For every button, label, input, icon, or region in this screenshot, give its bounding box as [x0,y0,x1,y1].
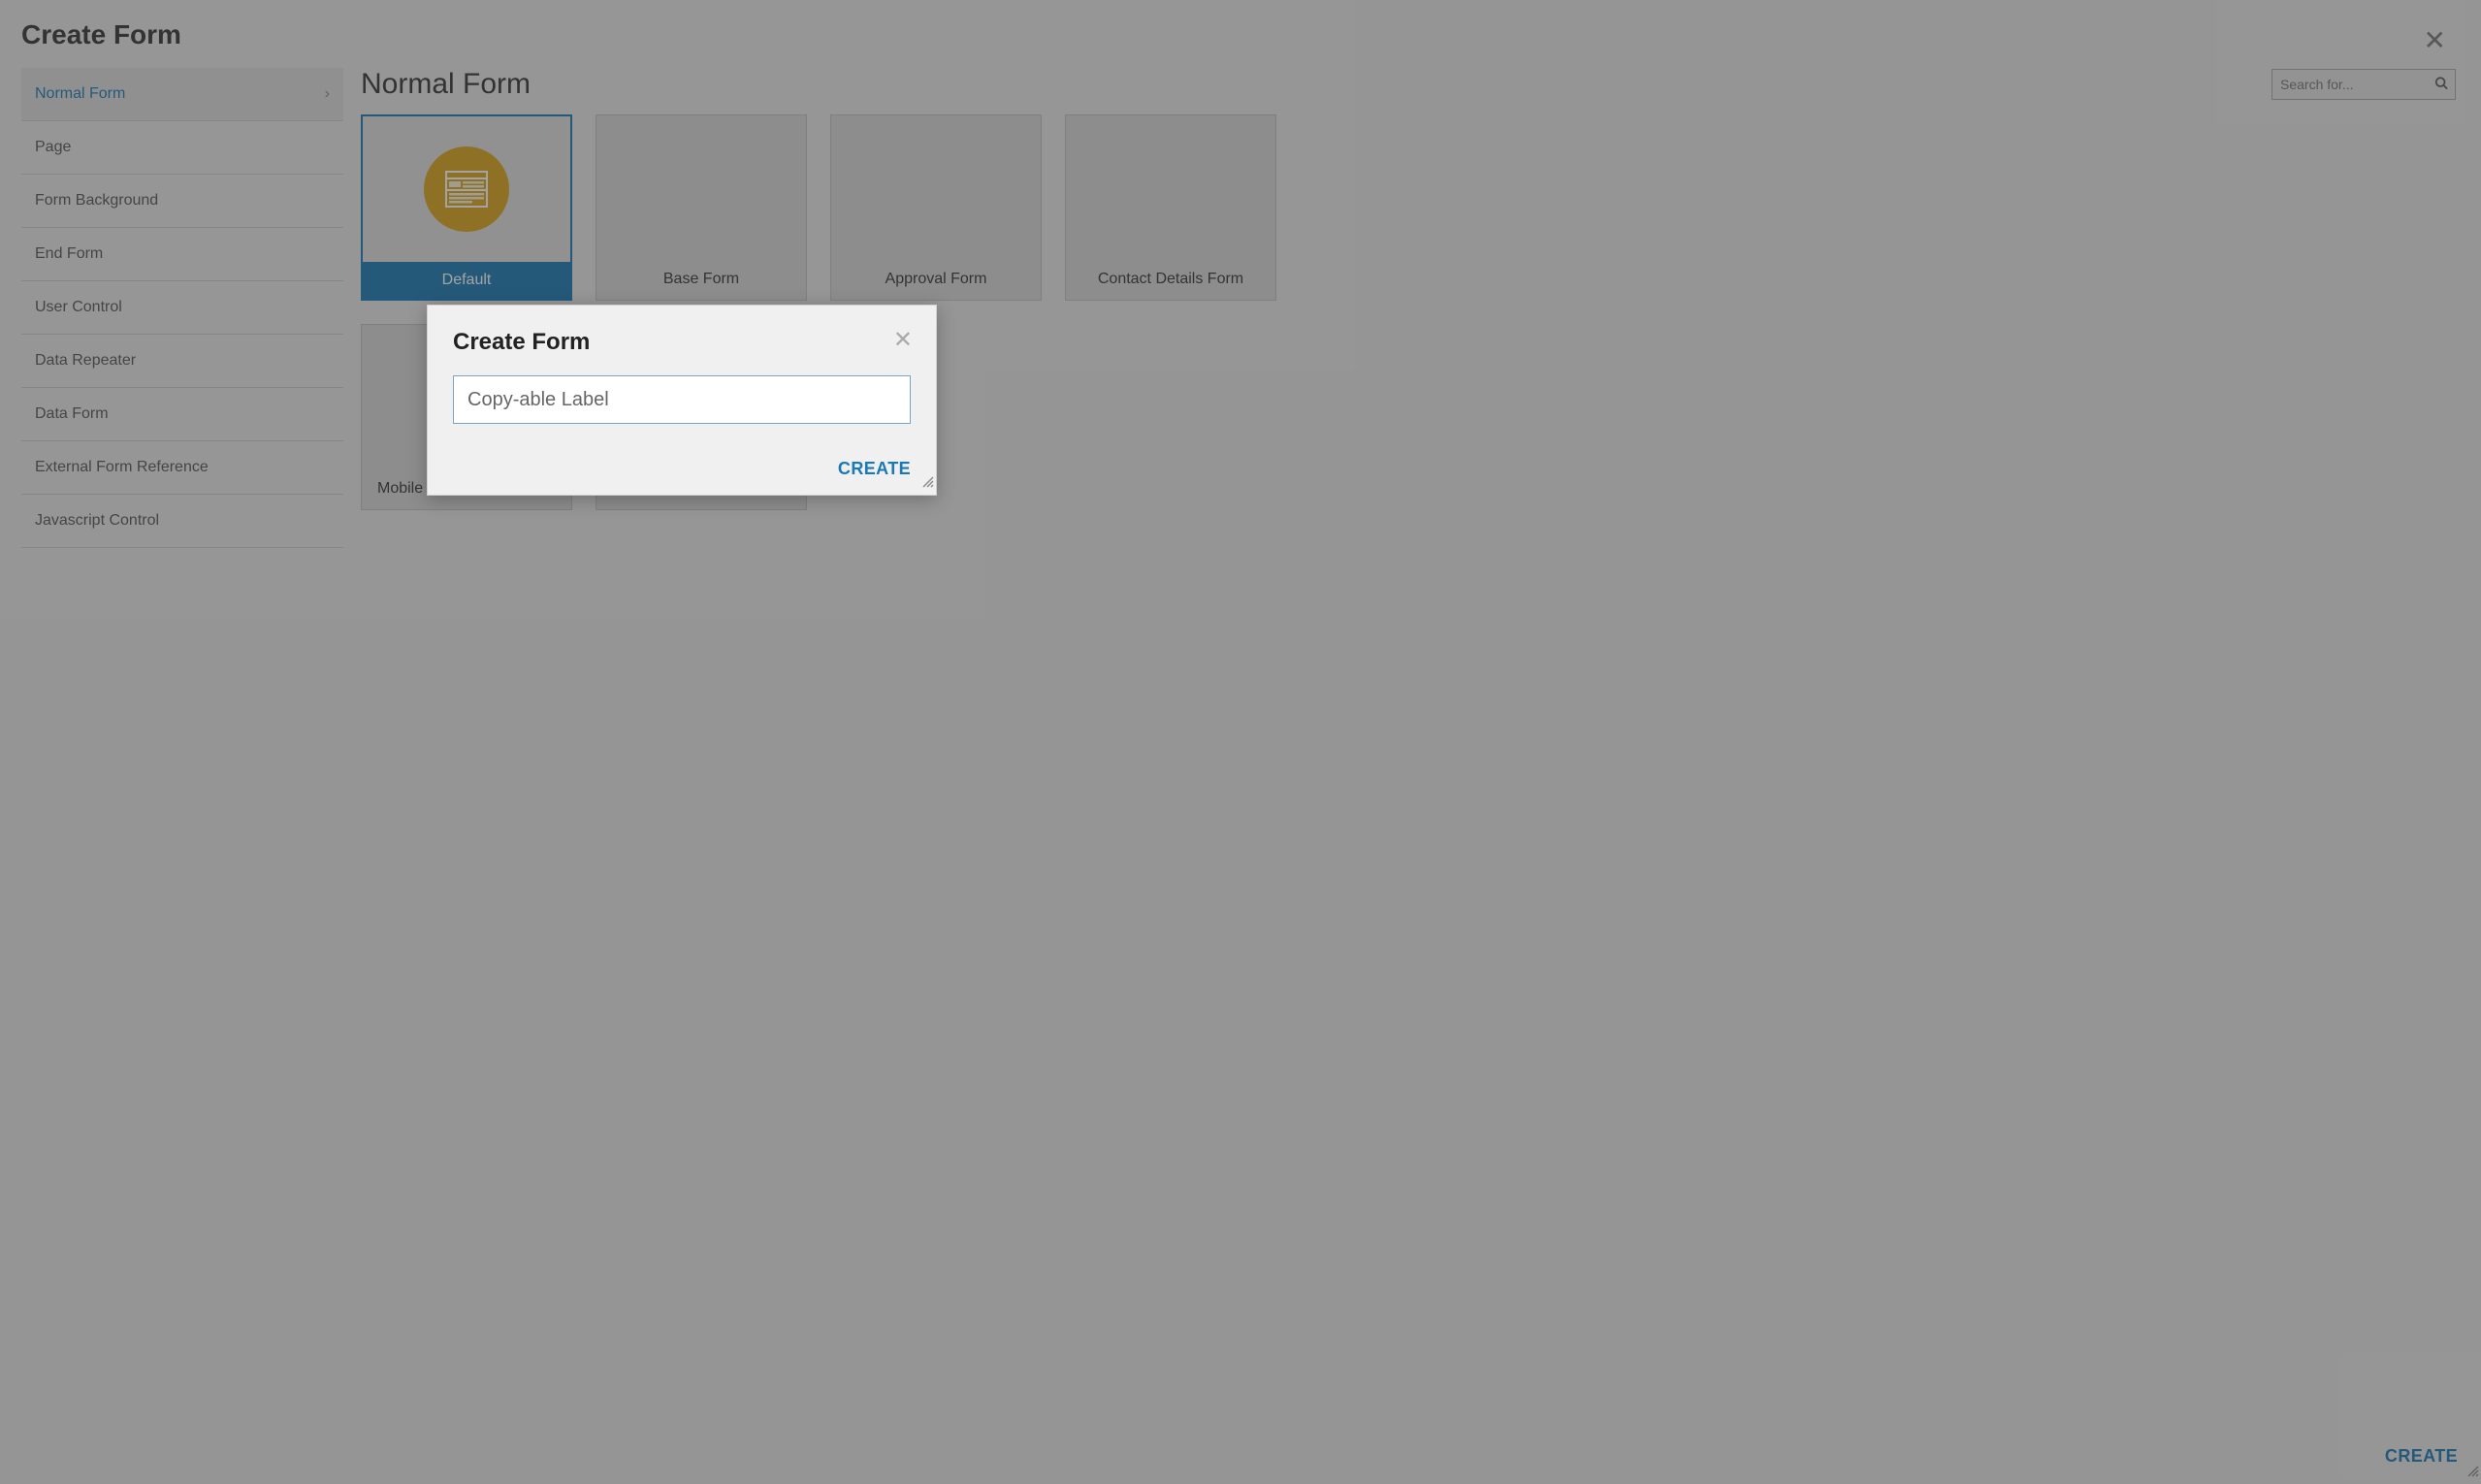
dialog-title: Create Form [453,329,911,356]
close-icon[interactable]: ✕ [893,329,913,352]
create-form-dialog: Create Form ✕ CREATE [427,305,937,496]
form-name-input[interactable] [453,375,911,424]
resize-grip-icon[interactable] [920,474,934,493]
dialog-create-button[interactable]: CREATE [838,459,911,479]
modal-overlay[interactable] [0,0,2481,1484]
create-form-page: Create Form ✕ Normal Form › Page Form Ba… [0,0,2481,1484]
